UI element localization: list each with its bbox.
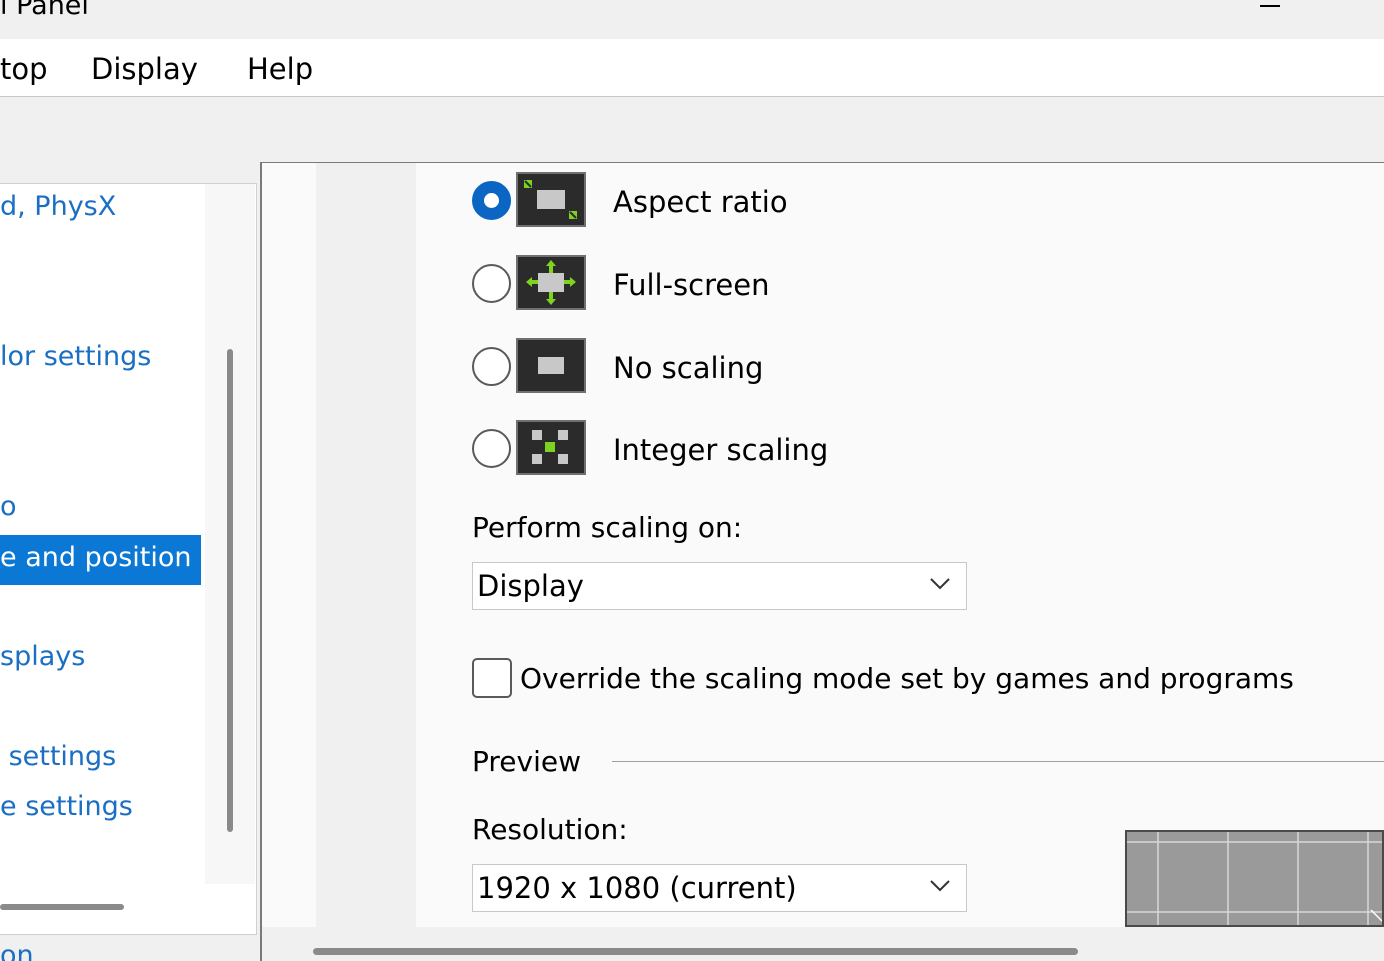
preview-divider [612, 761, 1384, 762]
nav-item-image-settings[interactable]: e settings [0, 784, 133, 834]
content-pane [262, 162, 1384, 927]
nav-item-settings[interactable]: settings [0, 734, 117, 784]
preview-image [1125, 830, 1384, 927]
perform-scaling-dropdown[interactable]: Display [472, 562, 967, 610]
chevron-down-icon [930, 578, 950, 590]
menu-display[interactable]: Display [91, 51, 198, 87]
nav-item-3d-physx[interactable]: d, PhysX [0, 184, 116, 234]
no-scaling-radio[interactable] [472, 347, 511, 386]
integer-scaling-label[interactable]: Integer scaling [613, 432, 828, 468]
content-gutter [316, 163, 416, 927]
resolution-dropdown[interactable]: 1920 x 1080 (current) [472, 864, 967, 912]
aspect-ratio-label[interactable]: Aspect ratio [613, 184, 788, 220]
nav-vertical-scrollbar-thumb[interactable] [227, 349, 233, 832]
preview-heading: Preview [472, 745, 581, 778]
menu-help[interactable]: Help [247, 51, 313, 87]
chevron-down-icon [930, 880, 950, 892]
content-horizontal-scrollbar-thumb[interactable] [313, 948, 1078, 955]
integer-scaling-icon [516, 420, 586, 475]
no-scaling-icon [516, 338, 586, 393]
menu-bar: top Display Help [0, 39, 1384, 97]
full-screen-radio[interactable] [472, 264, 511, 303]
perform-scaling-label: Perform scaling on: [472, 511, 743, 544]
nav-item-color-settings[interactable]: lor settings [0, 334, 151, 384]
override-scaling-checkbox[interactable] [472, 658, 512, 698]
resolution-label: Resolution: [472, 813, 628, 846]
nav-item-video[interactable]: o [0, 484, 17, 534]
integer-scaling-radio[interactable] [472, 429, 511, 468]
no-scaling-label[interactable]: No scaling [613, 350, 763, 386]
window-title: l Panel [0, 0, 89, 21]
override-scaling-label[interactable]: Override the scaling mode set by games a… [520, 661, 1294, 697]
full-screen-icon [516, 255, 586, 310]
toolbar [0, 98, 1384, 162]
nav-bottom-partial-text: on [0, 940, 34, 961]
menu-desktop[interactable]: top [0, 51, 48, 87]
resolution-value: 1920 x 1080 (current) [477, 871, 797, 905]
nav-item-multiple-displays[interactable]: splays [0, 634, 85, 684]
nav-horizontal-scrollbar-thumb[interactable] [0, 904, 124, 910]
content-horizontal-scrollbar [262, 927, 1384, 961]
task-list: d, PhysX lor settings o e and position s… [0, 184, 205, 884]
aspect-ratio-radio[interactable] [472, 181, 511, 220]
aspect-ratio-icon [516, 172, 586, 227]
nav-item-size-and-position[interactable]: e and position [0, 535, 201, 585]
minimize-button[interactable] [1240, 0, 1300, 30]
task-nav-pane: d, PhysX lor settings o e and position s… [0, 183, 257, 935]
perform-scaling-value: Display [477, 569, 584, 603]
title-bar: l Panel [0, 0, 1384, 39]
full-screen-label[interactable]: Full-screen [613, 267, 769, 303]
